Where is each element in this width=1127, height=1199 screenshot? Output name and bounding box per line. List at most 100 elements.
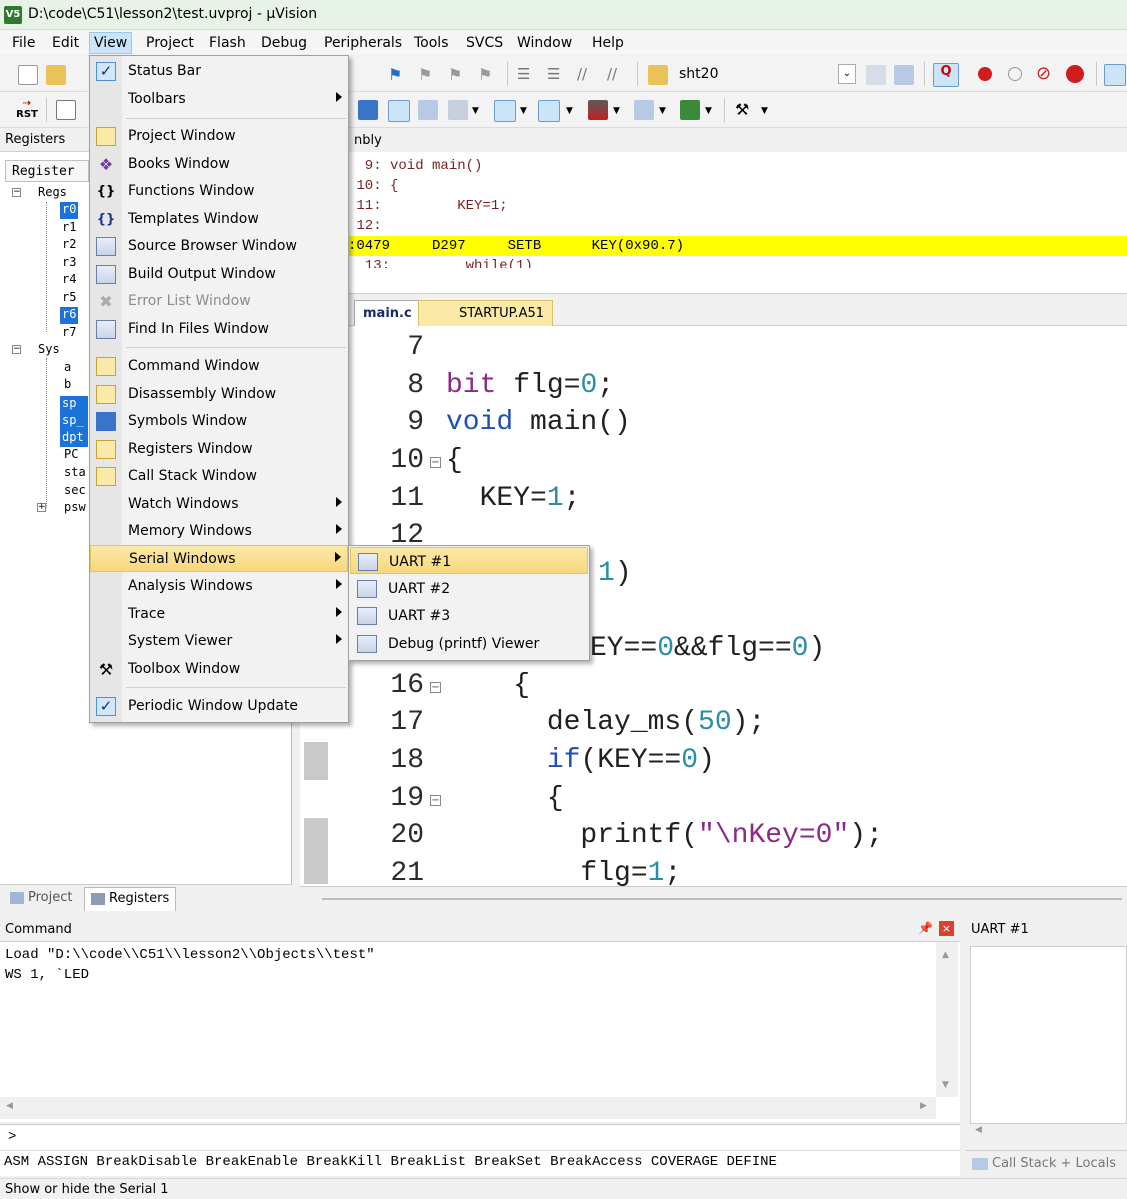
command-horizontal-scrollbar[interactable]: ◀ ▶ xyxy=(0,1097,936,1119)
watch-dropdown-icon[interactable]: ▼ xyxy=(472,106,479,116)
menu-item-analysis-windows[interactable]: Analysis Windows xyxy=(90,573,348,600)
bookmark-clear-icon[interactable]: ⚑ xyxy=(478,65,498,85)
menu-item-toolbars[interactable]: Toolbars xyxy=(90,86,348,113)
close-icon[interactable]: × xyxy=(939,921,954,936)
menu-item-symbols-window[interactable]: Symbols Window xyxy=(90,408,348,435)
menu-item-watch-windows[interactable]: Watch Windows xyxy=(90,491,348,518)
file-search-icon[interactable] xyxy=(866,65,886,85)
call-stack-icon[interactable] xyxy=(418,100,438,120)
uart-output[interactable]: ◀ xyxy=(970,946,1127,1135)
system-viewer-icon[interactable] xyxy=(680,100,700,120)
menu-item-command-window[interactable]: Command Window xyxy=(90,353,348,380)
toolbox-icon[interactable]: ⚒ xyxy=(735,100,755,120)
menu-edit[interactable]: Edit xyxy=(48,34,83,54)
tab-call-stack-locals[interactable]: Call Stack + Locals xyxy=(966,1150,1127,1176)
menu-window[interactable]: Window xyxy=(513,34,576,54)
scroll-down-icon[interactable]: ▼ xyxy=(942,1080,949,1090)
comment-icon[interactable]: // xyxy=(577,65,597,85)
disable-all-breakpoints-icon[interactable]: ⊘ xyxy=(1036,65,1056,85)
uncomment-icon[interactable]: // xyxy=(607,65,627,85)
debug-session-icon[interactable]: Q xyxy=(933,63,959,87)
menu-item-project-window[interactable]: Project Window xyxy=(90,123,348,150)
bookmark-icon[interactable]: ⚑ xyxy=(388,65,408,85)
symbols-window-icon[interactable] xyxy=(358,100,378,120)
menu-view[interactable]: View xyxy=(89,32,133,54)
command-output[interactable]: Load "D:\\code\\C51\\lesson2\\Objects\\t… xyxy=(0,942,960,1122)
memory-window-icon[interactable] xyxy=(494,100,516,122)
menu-item-registers-window[interactable]: Registers Window xyxy=(90,436,348,463)
open-file-icon[interactable] xyxy=(46,65,66,85)
register-r4[interactable]: r4 xyxy=(62,272,76,289)
menu-item-source-browser-window[interactable]: Source Browser Window xyxy=(90,233,348,260)
command-vertical-scrollbar[interactable]: ▲ ▼ xyxy=(936,942,958,1097)
menu-help[interactable]: Help xyxy=(588,34,628,54)
menu-item-memory-windows[interactable]: Memory Windows xyxy=(90,518,348,545)
menu-peripherals[interactable]: Peripherals xyxy=(320,34,406,54)
indent-icon[interactable]: ☰ xyxy=(517,65,537,85)
run-icon[interactable] xyxy=(56,100,76,120)
menu-item-disassembly-window[interactable]: Disassembly Window xyxy=(90,381,348,408)
collapse-sys-icon[interactable]: − xyxy=(12,345,21,354)
watch-window-icon[interactable] xyxy=(448,100,468,120)
register-r7[interactable]: r7 xyxy=(62,325,76,342)
tree-group-regs[interactable]: Regs xyxy=(38,185,67,202)
scroll-left-icon[interactable]: ◀ xyxy=(6,1101,13,1111)
tree-group-sys[interactable]: Sys xyxy=(38,342,60,359)
toolbox-dropdown-icon[interactable]: ▼ xyxy=(761,106,768,116)
menu-item-call-stack-window[interactable]: Call Stack Window xyxy=(90,463,348,490)
analysis-dropdown-icon[interactable]: ▼ xyxy=(613,106,620,116)
pin-icon[interactable]: 📌 xyxy=(918,921,933,935)
register-r3[interactable]: r3 xyxy=(62,255,76,272)
register-r0[interactable]: r0 xyxy=(60,202,79,219)
menu-debug[interactable]: Debug xyxy=(257,34,311,54)
unindent-icon[interactable]: ☰ xyxy=(547,65,567,85)
collapse-regs-icon[interactable]: − xyxy=(12,188,21,197)
menu-item-uart-1[interactable]: UART #1 xyxy=(350,547,588,574)
menu-item-build-output-window[interactable]: Build Output Window xyxy=(90,261,348,288)
register-a[interactable]: a xyxy=(64,360,71,377)
tab-main-c[interactable]: main.c xyxy=(354,300,421,326)
scroll-right-icon[interactable]: ▶ xyxy=(920,1101,927,1111)
register-column-header[interactable]: Register xyxy=(5,160,89,182)
menu-item-functions-window[interactable]: {} Functions Window xyxy=(90,178,348,205)
register-b[interactable]: b xyxy=(64,377,71,394)
menu-item-status-bar[interactable]: ✓ Status Bar xyxy=(90,58,348,85)
register-sp-max[interactable]: sp_ xyxy=(60,413,88,430)
analysis-window-icon[interactable] xyxy=(588,100,608,120)
memory-dropdown-icon[interactable]: ▼ xyxy=(520,106,527,116)
new-file-icon[interactable] xyxy=(18,65,38,85)
serial-dropdown-icon[interactable]: ▼ xyxy=(566,106,573,116)
trace-dropdown-icon[interactable]: ▼ xyxy=(659,106,666,116)
register-dptr[interactable]: dpt xyxy=(60,430,88,447)
menu-item-uart-2[interactable]: UART #2 xyxy=(350,575,588,602)
registers-window-icon[interactable] xyxy=(388,100,410,122)
configure-icon[interactable] xyxy=(894,65,914,85)
system-viewer-dropdown-icon[interactable]: ▼ xyxy=(705,106,712,116)
fold-toggle-icon[interactable]: − xyxy=(430,457,441,468)
menu-flash[interactable]: Flash xyxy=(205,34,250,54)
register-r5[interactable]: r5 xyxy=(62,290,76,307)
command-input[interactable]: > xyxy=(0,1124,960,1150)
menu-item-find-in-files-window[interactable]: Find In Files Window xyxy=(90,316,348,343)
bookmark-next-icon[interactable]: ⚑ xyxy=(448,65,468,85)
menu-item-uart-3[interactable]: UART #3 xyxy=(350,602,588,629)
menu-project[interactable]: Project xyxy=(142,34,198,54)
register-pc[interactable]: PC xyxy=(64,447,78,464)
register-r2[interactable]: r2 xyxy=(62,237,76,254)
fold-toggle-icon[interactable]: − xyxy=(430,682,441,693)
target-dropdown[interactable]: ⌄ xyxy=(838,64,856,84)
menu-svcs[interactable]: SVCS xyxy=(462,34,507,54)
scroll-left-icon[interactable]: ◀ xyxy=(975,1125,982,1135)
menu-item-periodic-window-update[interactable]: ✓ Periodic Window Update xyxy=(90,693,348,720)
menu-item-system-viewer[interactable]: System Viewer xyxy=(90,628,348,655)
breakpoint-icon[interactable] xyxy=(978,67,992,81)
menu-file[interactable]: File xyxy=(8,34,39,54)
register-sp[interactable]: sp xyxy=(60,396,88,413)
window-layout-icon[interactable] xyxy=(1104,64,1126,86)
tab-project[interactable]: Project xyxy=(4,887,78,911)
expand-psw-icon[interactable]: + xyxy=(37,503,46,512)
target-folder-icon[interactable] xyxy=(648,65,668,85)
register-states[interactable]: sta xyxy=(64,465,86,482)
kill-all-breakpoints-icon[interactable] xyxy=(1066,65,1084,83)
menu-item-debug-printf-viewer[interactable]: Debug (printf) Viewer xyxy=(350,630,588,657)
